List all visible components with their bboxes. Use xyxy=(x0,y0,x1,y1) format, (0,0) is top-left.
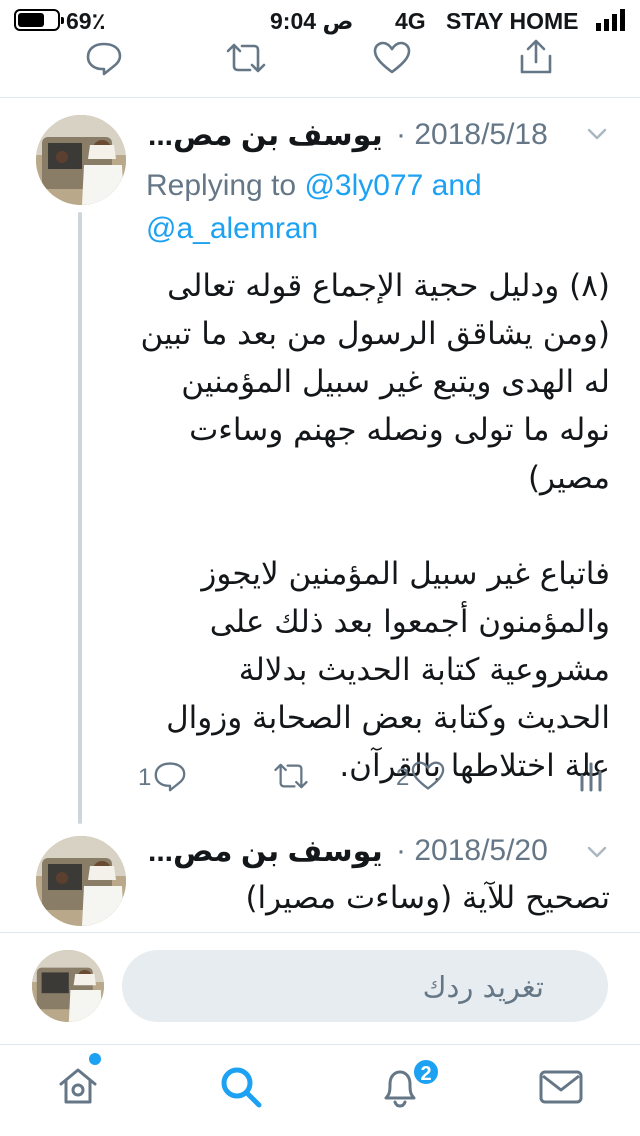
my-avatar[interactable] xyxy=(32,950,104,1022)
mention-link[interactable]: @a_alemran xyxy=(146,212,318,245)
avatar[interactable] xyxy=(36,115,126,205)
clock: 9:04 ص xyxy=(270,8,354,34)
battery-percent: 69٪ xyxy=(66,8,106,34)
replying-to-label: Replying to xyxy=(146,169,297,202)
replying-to: Replying to @3ly077 and @a_alemran xyxy=(146,164,616,250)
reply-icon[interactable] xyxy=(152,760,188,792)
carrier-name: STAY HOME xyxy=(446,8,579,34)
chevron-down-icon[interactable] xyxy=(586,126,608,142)
home-unread-dot xyxy=(89,1053,101,1065)
like-icon[interactable] xyxy=(410,760,446,792)
reply-count: 1 xyxy=(138,764,152,791)
compose-placeholder: تغريد ردك xyxy=(422,970,544,1004)
like-count: 2 xyxy=(396,764,410,791)
signal-icon xyxy=(596,9,628,31)
divider xyxy=(0,97,640,98)
search-icon[interactable] xyxy=(218,1064,264,1110)
tweet-text: (٨) ودليل حجية الإجماع قوله تعالى (ومن ي… xyxy=(140,268,610,784)
home-icon[interactable] xyxy=(56,1064,100,1108)
tweet-date: · 2018/5/18 xyxy=(396,118,548,151)
avatar[interactable] xyxy=(36,836,126,926)
reply-icon[interactable] xyxy=(84,40,124,76)
share-icon[interactable] xyxy=(516,38,556,76)
battery-icon xyxy=(14,9,64,31)
tweet-header: يوسف بن مص... · 2018/5/18 xyxy=(148,118,608,158)
chevron-down-icon[interactable] xyxy=(586,844,608,860)
notifications-badge: 2 xyxy=(412,1058,440,1086)
tweet-text: تصحيح للآية (وساءت مصيرا) xyxy=(245,880,610,916)
analytics-icon[interactable] xyxy=(578,762,604,792)
author-name[interactable]: يوسف بن مص... xyxy=(148,118,383,153)
divider xyxy=(0,932,640,933)
reply-compose-field[interactable]: تغريد ردك xyxy=(122,950,608,1022)
mention-link[interactable]: @3ly077 xyxy=(304,169,423,202)
tweet-header: يوسف بن مص... · 2018/5/20 xyxy=(148,834,608,874)
retweet-icon[interactable] xyxy=(224,42,268,74)
messages-icon[interactable] xyxy=(538,1068,584,1106)
retweet-icon[interactable] xyxy=(272,762,310,790)
author-name[interactable]: يوسف بن مص... xyxy=(148,834,383,869)
thread-line xyxy=(78,212,82,824)
replying-and: and xyxy=(431,169,482,202)
tweet-date: · 2018/5/20 xyxy=(396,834,548,867)
network-type: 4G xyxy=(395,8,426,34)
status-bar: 69٪ 9:04 ص 4G STAY HOME xyxy=(0,0,640,40)
previous-tweet-actions xyxy=(0,38,640,82)
like-icon[interactable] xyxy=(372,40,412,76)
